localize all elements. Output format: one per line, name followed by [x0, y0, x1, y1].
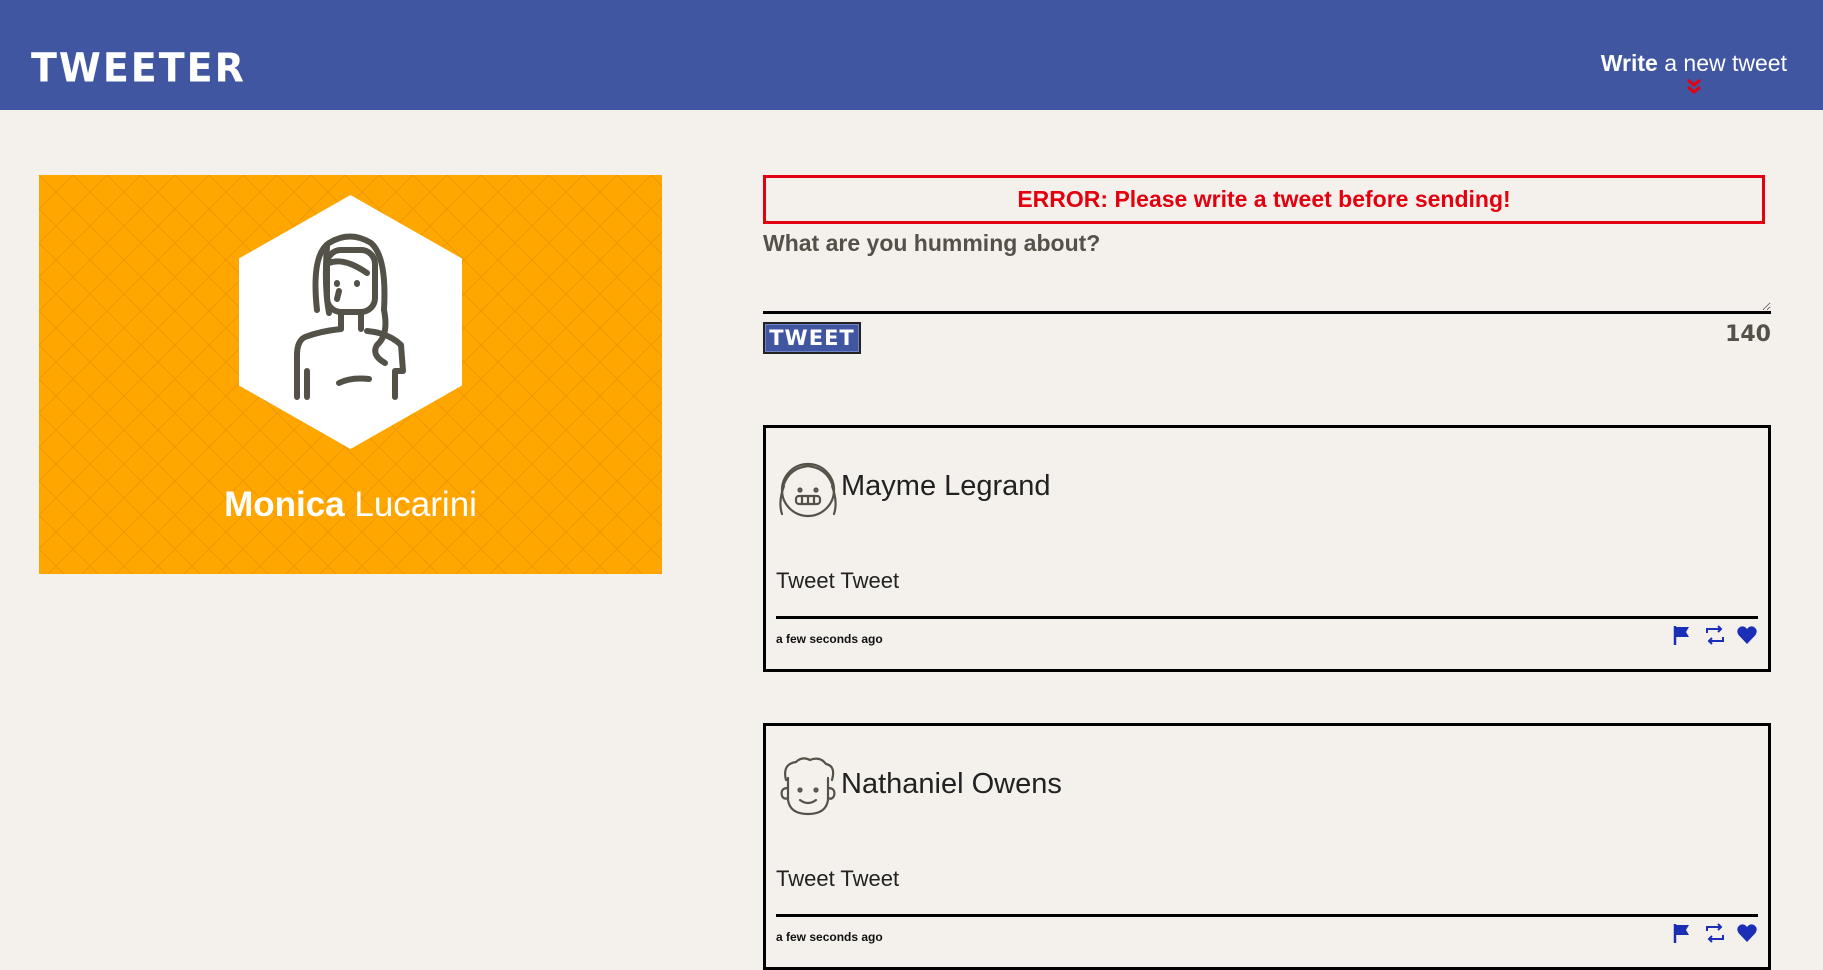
tweet-author: Mayme Legrand	[841, 470, 1051, 502]
tweet-divider	[776, 914, 1758, 917]
retweet-icon[interactable]	[1704, 922, 1726, 944]
profile-first-name: Monica	[224, 485, 345, 524]
girl-avatar-icon	[779, 462, 837, 518]
tweet-card: Mayme Legrand Tweet Tweet a few seconds …	[763, 425, 1771, 672]
brand-logo[interactable]: TWEETER	[31, 45, 246, 91]
boy-avatar-icon	[780, 757, 836, 816]
flag-icon[interactable]	[1671, 922, 1693, 944]
profile-name: Monica Lucarini	[39, 485, 662, 525]
tweet-text: Tweet Tweet	[776, 568, 900, 593]
tweet-timestamp: a few seconds ago	[776, 930, 883, 944]
error-message: ERROR: Please write a tweet before sendi…	[763, 175, 1765, 224]
tweet-text: Tweet Tweet	[776, 866, 900, 891]
write-new-tweet-link[interactable]: Write a new tweet	[1601, 50, 1787, 95]
tweet-textarea[interactable]	[763, 262, 1771, 314]
flag-icon[interactable]	[1671, 624, 1693, 646]
heart-icon[interactable]	[1736, 922, 1758, 944]
double-chevron-down-icon[interactable]	[1684, 77, 1704, 95]
tweet-actions	[1665, 624, 1758, 646]
profile-avatar	[239, 195, 462, 449]
retweet-icon[interactable]	[1704, 624, 1726, 646]
character-counter: 140	[1725, 322, 1771, 347]
tweet-actions	[1665, 922, 1758, 944]
composer-prompt-label: What are you humming about?	[763, 230, 1101, 256]
top-nav: TWEETER Write a new tweet	[0, 0, 1823, 110]
profile-card: Monica Lucarini	[39, 175, 662, 574]
compose-rest-text: a new tweet	[1657, 50, 1787, 76]
tweet-divider	[776, 616, 1758, 619]
tweet-submit-button[interactable]: TWEET	[763, 322, 861, 354]
profile-last-name: Lucarini	[344, 485, 477, 524]
tweet-card: Nathaniel Owens Tweet Tweet a few second…	[763, 723, 1771, 970]
compose-bold-text: Write	[1600, 50, 1658, 76]
tweet-author: Nathaniel Owens	[841, 768, 1062, 800]
tweet-timestamp: a few seconds ago	[776, 632, 883, 646]
heart-icon[interactable]	[1736, 624, 1758, 646]
